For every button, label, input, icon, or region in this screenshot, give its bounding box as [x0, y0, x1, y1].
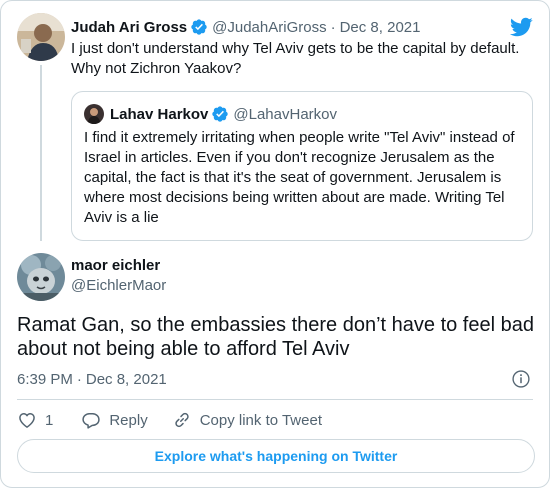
info-icon[interactable]	[511, 369, 531, 394]
tweet-date[interactable]: Dec 8, 2021	[86, 371, 167, 388]
reply-bubble-icon	[82, 413, 101, 429]
reply-button[interactable]: Reply	[81, 410, 148, 430]
explore-button[interactable]: Explore what's happening on Twitter	[17, 439, 535, 473]
quoted-author-avatar	[84, 104, 104, 124]
quoted-tweet-header: Lahav Harkov @LahavHarkov	[110, 104, 337, 124]
copy-link-button[interactable]: Copy link to Tweet	[172, 410, 322, 430]
verified-badge-icon	[211, 105, 229, 123]
parent-tweet-header: Judah Ari Gross @JudahAriGross · Dec 8, …	[71, 17, 420, 37]
heart-icon	[19, 413, 35, 428]
tweet-embed-card: Judah Ari Gross @JudahAriGross · Dec 8, …	[0, 0, 550, 488]
timestamp-separator: ·	[76, 370, 82, 388]
main-author-handle[interactable]: @EichlerMaor	[71, 277, 166, 294]
like-count: 1	[45, 411, 54, 429]
parent-author-name[interactable]: Judah Ari Gross	[71, 19, 187, 36]
header-separator: ·	[330, 18, 336, 36]
actions-divider	[17, 399, 533, 400]
parent-author-handle[interactable]: @JudahAriGross	[212, 19, 326, 36]
tweet-actions-bar: 1 Reply Copy link to Tweet	[17, 409, 322, 431]
quoted-tweet[interactable]: Lahav Harkov @LahavHarkov I find it extr…	[71, 91, 533, 241]
main-author-name[interactable]: maor eichler	[71, 257, 160, 274]
copy-link-label: Copy link to Tweet	[199, 411, 322, 429]
parent-author-avatar[interactable]	[17, 13, 65, 61]
quoted-tweet-text: I find it extremely irritating when peop…	[84, 129, 515, 226]
parent-tweet-text: I just don't understand why Tel Aviv get…	[71, 40, 520, 77]
main-author-avatar[interactable]	[17, 253, 65, 301]
thread-connector-line	[40, 65, 42, 241]
main-tweet-text: Ramat Gan, so the embassies there don’t …	[17, 314, 534, 360]
reply-label: Reply	[109, 411, 148, 429]
verified-badge-icon	[190, 18, 208, 36]
parent-tweet-date[interactable]: Dec 8, 2021	[340, 19, 421, 36]
quoted-author-handle: @LahavHarkov	[233, 105, 337, 123]
link-icon	[175, 412, 189, 428]
like-button[interactable]: 1	[17, 410, 53, 430]
tweet-timestamp[interactable]: 6:39 PM · Dec 8, 2021	[17, 369, 167, 389]
tweet-time[interactable]: 6:39 PM	[17, 371, 73, 388]
quoted-author-name: Lahav Harkov	[110, 105, 209, 123]
